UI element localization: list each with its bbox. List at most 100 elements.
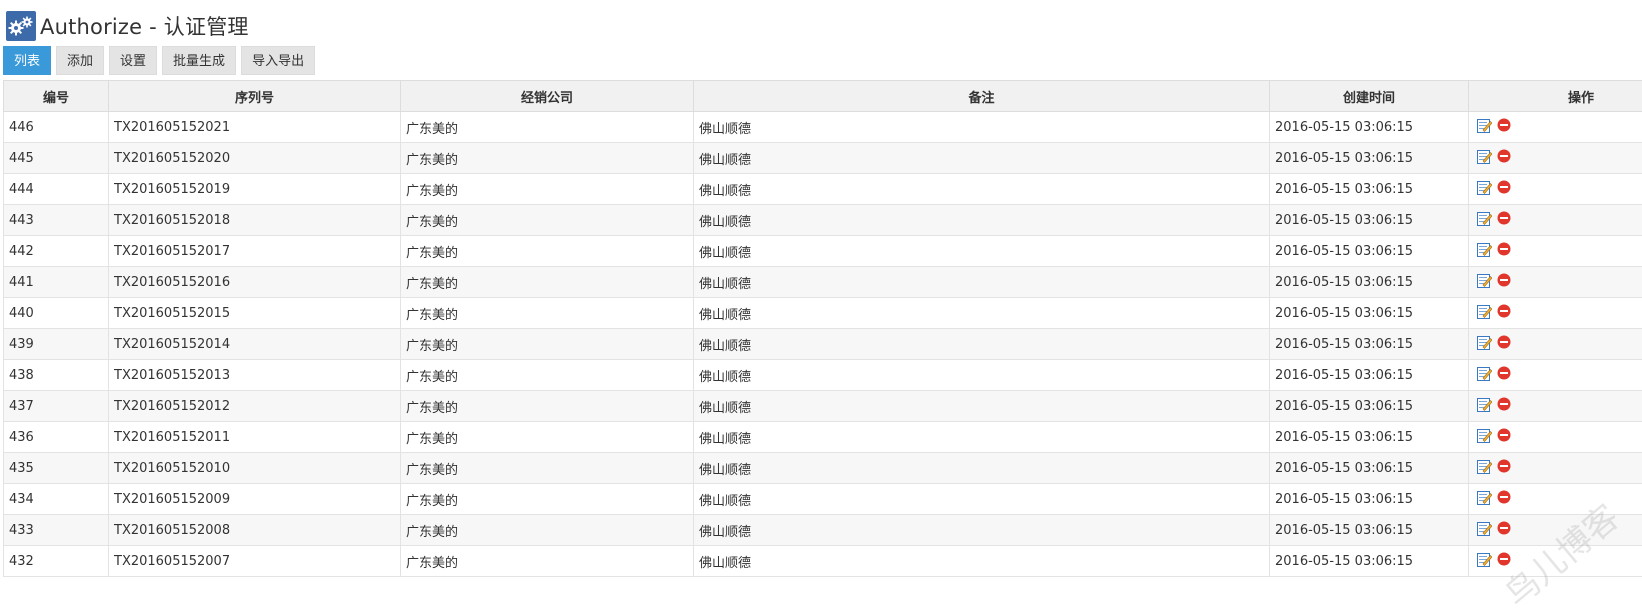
delete-icon[interactable] bbox=[1497, 428, 1511, 446]
cell-dealer: 广东美的 bbox=[401, 484, 694, 515]
delete-icon[interactable] bbox=[1497, 118, 1511, 136]
tab-list[interactable]: 列表 bbox=[3, 46, 51, 75]
edit-icon[interactable] bbox=[1477, 273, 1492, 292]
cell-remark: 佛山顺德 bbox=[694, 484, 1270, 515]
edit-icon[interactable] bbox=[1477, 118, 1492, 137]
cell-created: 2016-05-15 03:06:15 bbox=[1270, 236, 1469, 267]
cell-actions bbox=[1469, 236, 1642, 267]
cell-dealer: 广东美的 bbox=[401, 422, 694, 453]
table-row[interactable]: 432TX201605152007广东美的佛山顺德2016-05-15 03:0… bbox=[4, 546, 1642, 577]
cell-remark: 佛山顺德 bbox=[694, 112, 1270, 143]
cell-dealer: 广东美的 bbox=[401, 515, 694, 546]
delete-icon[interactable] bbox=[1497, 397, 1511, 415]
cell-created: 2016-05-15 03:06:15 bbox=[1270, 515, 1469, 546]
cell-id: 445 bbox=[4, 143, 109, 174]
table-row[interactable]: 437TX201605152012广东美的佛山顺德2016-05-15 03:0… bbox=[4, 391, 1642, 422]
cell-created: 2016-05-15 03:06:15 bbox=[1270, 484, 1469, 515]
table-row[interactable]: 434TX201605152009广东美的佛山顺德2016-05-15 03:0… bbox=[4, 484, 1642, 515]
delete-icon[interactable] bbox=[1497, 521, 1511, 539]
edit-icon[interactable] bbox=[1477, 149, 1492, 168]
cell-dealer: 广东美的 bbox=[401, 546, 694, 577]
cell-dealer: 广东美的 bbox=[401, 298, 694, 329]
cell-id: 435 bbox=[4, 453, 109, 484]
edit-icon[interactable] bbox=[1477, 335, 1492, 354]
cell-serial: TX201605152010 bbox=[109, 453, 401, 484]
cell-serial: TX201605152009 bbox=[109, 484, 401, 515]
cell-actions bbox=[1469, 453, 1642, 484]
cell-created: 2016-05-15 03:06:15 bbox=[1270, 298, 1469, 329]
table-row[interactable]: 443TX201605152018广东美的佛山顺德2016-05-15 03:0… bbox=[4, 205, 1642, 236]
cell-created: 2016-05-15 03:06:15 bbox=[1270, 422, 1469, 453]
cell-remark: 佛山顺德 bbox=[694, 422, 1270, 453]
delete-icon[interactable] bbox=[1497, 335, 1511, 353]
delete-icon[interactable] bbox=[1497, 211, 1511, 229]
cell-dealer: 广东美的 bbox=[401, 360, 694, 391]
cell-remark: 佛山顺德 bbox=[694, 329, 1270, 360]
table-row[interactable]: 444TX201605152019广东美的佛山顺德2016-05-15 03:0… bbox=[4, 174, 1642, 205]
toolbar: 列表 添加 设置 批量生成 导入导出 bbox=[3, 46, 315, 75]
delete-icon[interactable] bbox=[1497, 459, 1511, 477]
cell-dealer: 广东美的 bbox=[401, 112, 694, 143]
edit-icon[interactable] bbox=[1477, 428, 1492, 447]
delete-icon[interactable] bbox=[1497, 552, 1511, 570]
delete-icon[interactable] bbox=[1497, 149, 1511, 167]
delete-icon[interactable] bbox=[1497, 273, 1511, 291]
edit-icon[interactable] bbox=[1477, 180, 1492, 199]
table-row[interactable]: 442TX201605152017广东美的佛山顺德2016-05-15 03:0… bbox=[4, 236, 1642, 267]
tab-batch-generate[interactable]: 批量生成 bbox=[162, 46, 236, 75]
table-row[interactable]: 441TX201605152016广东美的佛山顺德2016-05-15 03:0… bbox=[4, 267, 1642, 298]
edit-icon[interactable] bbox=[1477, 490, 1492, 509]
delete-icon[interactable] bbox=[1497, 180, 1511, 198]
edit-icon[interactable] bbox=[1477, 304, 1492, 323]
column-header-dealer[interactable]: 经销公司 bbox=[401, 81, 694, 112]
table-row[interactable]: 433TX201605152008广东美的佛山顺德2016-05-15 03:0… bbox=[4, 515, 1642, 546]
cell-remark: 佛山顺德 bbox=[694, 360, 1270, 391]
table-row[interactable]: 440TX201605152015广东美的佛山顺德2016-05-15 03:0… bbox=[4, 298, 1642, 329]
table-row[interactable]: 435TX201605152010广东美的佛山顺德2016-05-15 03:0… bbox=[4, 453, 1642, 484]
cell-created: 2016-05-15 03:06:15 bbox=[1270, 360, 1469, 391]
cell-serial: TX201605152013 bbox=[109, 360, 401, 391]
edit-icon[interactable] bbox=[1477, 397, 1492, 416]
edit-icon[interactable] bbox=[1477, 242, 1492, 261]
column-header-id[interactable]: 编号 bbox=[4, 81, 109, 112]
cell-remark: 佛山顺德 bbox=[694, 143, 1270, 174]
column-header-remark[interactable]: 备注 bbox=[694, 81, 1270, 112]
cell-actions bbox=[1469, 112, 1642, 143]
cell-serial: TX201605152008 bbox=[109, 515, 401, 546]
cell-remark: 佛山顺德 bbox=[694, 453, 1270, 484]
table-row[interactable]: 438TX201605152013广东美的佛山顺德2016-05-15 03:0… bbox=[4, 360, 1642, 391]
cell-created: 2016-05-15 03:06:15 bbox=[1270, 112, 1469, 143]
cell-serial: TX201605152019 bbox=[109, 174, 401, 205]
cell-serial: TX201605152018 bbox=[109, 205, 401, 236]
cell-actions bbox=[1469, 329, 1642, 360]
tab-settings[interactable]: 设置 bbox=[109, 46, 157, 75]
table-row[interactable]: 446TX201605152021广东美的佛山顺德2016-05-15 03:0… bbox=[4, 112, 1642, 143]
tab-add[interactable]: 添加 bbox=[56, 46, 104, 75]
cell-actions bbox=[1469, 546, 1642, 577]
cell-id: 436 bbox=[4, 422, 109, 453]
delete-icon[interactable] bbox=[1497, 304, 1511, 322]
cell-remark: 佛山顺德 bbox=[694, 298, 1270, 329]
edit-icon[interactable] bbox=[1477, 211, 1492, 230]
cell-serial: TX201605152011 bbox=[109, 422, 401, 453]
table-row[interactable]: 445TX201605152020广东美的佛山顺德2016-05-15 03:0… bbox=[4, 143, 1642, 174]
cell-id: 442 bbox=[4, 236, 109, 267]
cell-created: 2016-05-15 03:06:15 bbox=[1270, 267, 1469, 298]
delete-icon[interactable] bbox=[1497, 490, 1511, 508]
delete-icon[interactable] bbox=[1497, 242, 1511, 260]
table-row[interactable]: 439TX201605152014广东美的佛山顺德2016-05-15 03:0… bbox=[4, 329, 1642, 360]
edit-icon[interactable] bbox=[1477, 521, 1492, 540]
column-header-created[interactable]: 创建时间 bbox=[1270, 81, 1469, 112]
table-row[interactable]: 436TX201605152011广东美的佛山顺德2016-05-15 03:0… bbox=[4, 422, 1642, 453]
column-header-serial[interactable]: 序列号 bbox=[109, 81, 401, 112]
cell-id: 437 bbox=[4, 391, 109, 422]
edit-icon[interactable] bbox=[1477, 366, 1492, 385]
edit-icon[interactable] bbox=[1477, 552, 1492, 571]
cell-id: 441 bbox=[4, 267, 109, 298]
tab-import-export[interactable]: 导入导出 bbox=[241, 46, 315, 75]
cell-dealer: 广东美的 bbox=[401, 453, 694, 484]
cell-actions bbox=[1469, 174, 1642, 205]
delete-icon[interactable] bbox=[1497, 366, 1511, 384]
cell-actions bbox=[1469, 484, 1642, 515]
edit-icon[interactable] bbox=[1477, 459, 1492, 478]
